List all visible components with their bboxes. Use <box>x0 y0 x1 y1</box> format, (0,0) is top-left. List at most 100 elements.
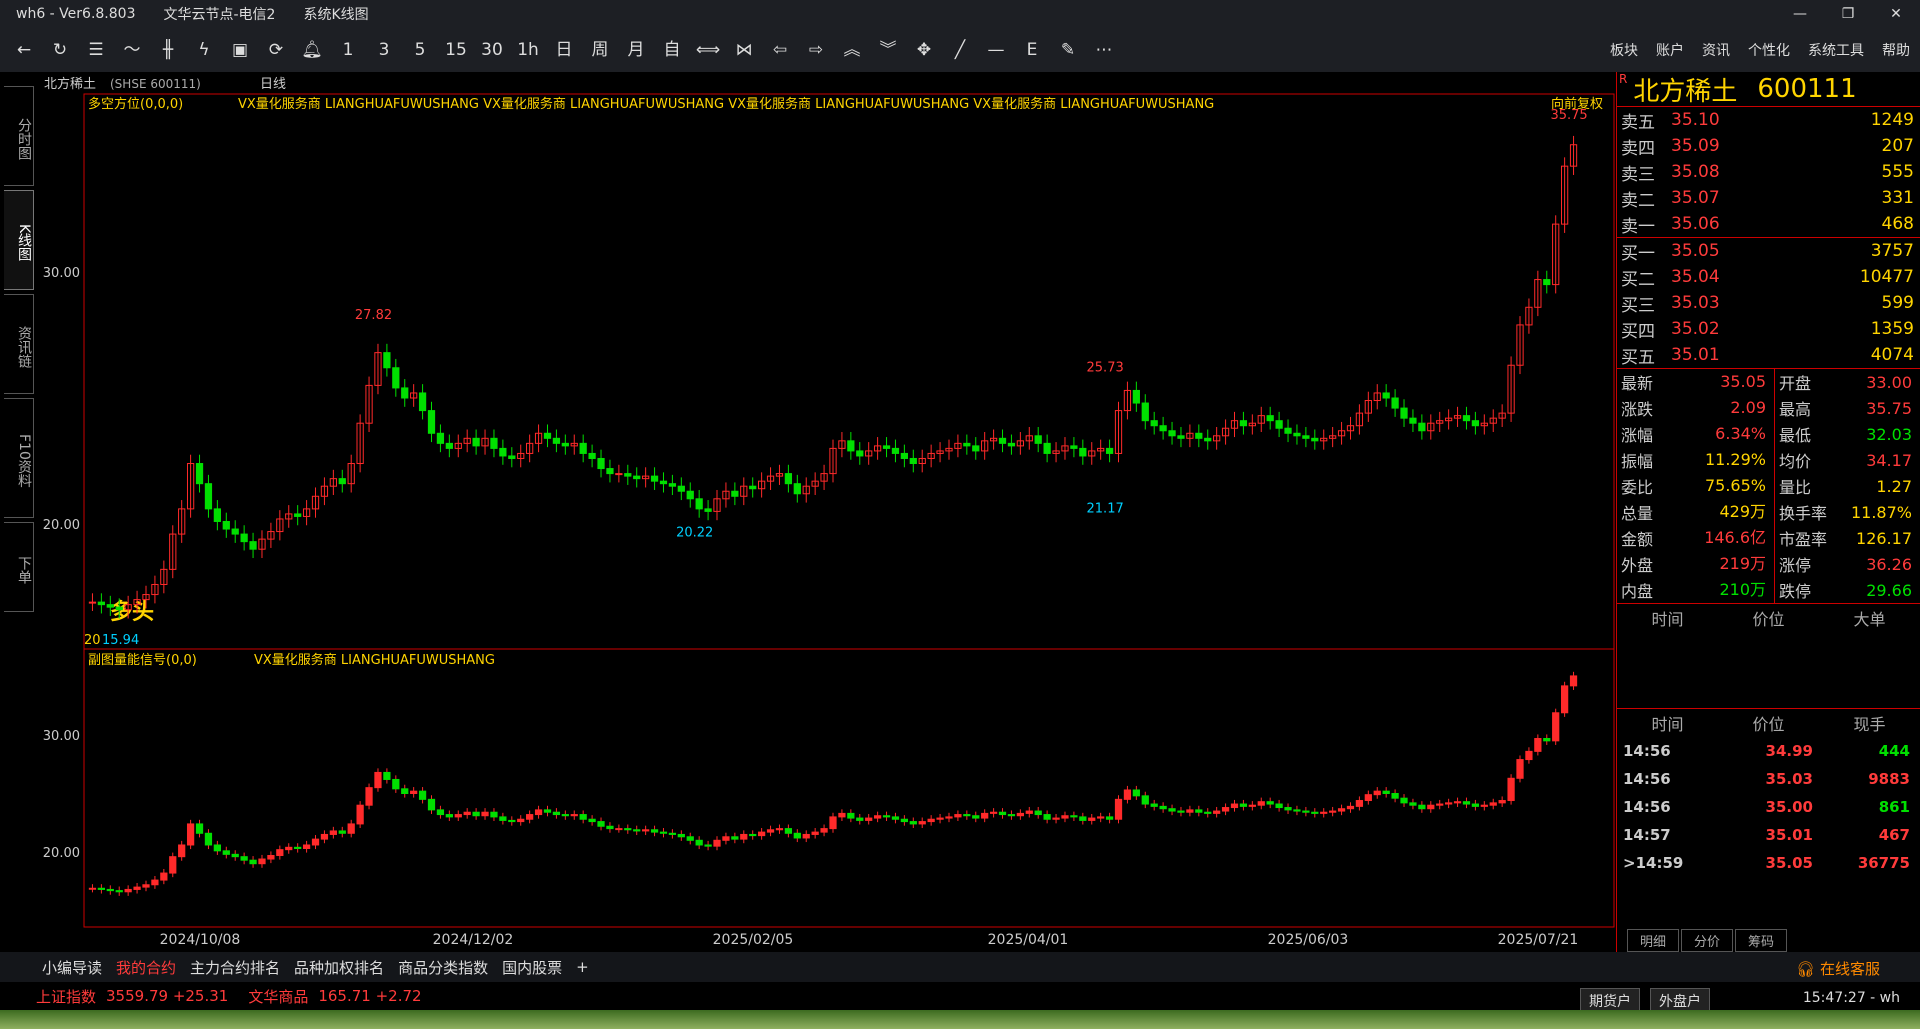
candle-body <box>472 437 480 447</box>
refresh-icon[interactable]: ↻ <box>42 28 78 72</box>
tick-time: 14:56 <box>1623 798 1671 816</box>
stat-label: 涨幅 <box>1621 426 1654 445</box>
candle-body <box>695 498 703 510</box>
fib-icon[interactable]: Ε <box>1014 28 1050 72</box>
list-icon[interactable]: ☰ <box>78 28 114 72</box>
draw-line-icon[interactable]: ╱ <box>942 28 978 72</box>
crosshair-icon[interactable]: ✥ <box>906 28 942 72</box>
candle-body <box>1507 777 1515 802</box>
tab-f10[interactable]: F10资料 <box>4 398 34 518</box>
stat-label: 金额 <box>1621 530 1654 549</box>
candle-body <box>1293 809 1301 812</box>
tab-timeshare[interactable]: 分时图 <box>4 86 34 186</box>
bid-label: 买二 <box>1621 269 1655 290</box>
tab-main-contract-rank[interactable]: 主力合约排名 <box>190 957 280 978</box>
period-week[interactable]: 周 <box>582 28 618 72</box>
period-month[interactable]: 月 <box>618 28 654 72</box>
tab-editor-guide[interactable]: 小编导读 <box>42 957 102 978</box>
tab-kline[interactable]: K线图 <box>4 190 34 290</box>
tick-row: 14:56 35.00 861 <box>1617 793 1920 821</box>
menu-system-tools[interactable]: 系统工具 <box>1808 40 1864 60</box>
tick-volume: 36775 <box>1857 854 1910 872</box>
add-tab-button[interactable]: + <box>576 958 589 976</box>
tab-domestic-stocks[interactable]: 国内股票 <box>502 957 562 978</box>
chart-area[interactable]: 北方稀土 (SHSE 600111) 日线 多空方位(0,0,0) VX量化服务… <box>38 72 1616 952</box>
candle-body <box>900 452 909 459</box>
tab-chips[interactable]: 筹码 <box>1735 929 1788 952</box>
hdr-big: 大单 <box>1853 610 1886 629</box>
y-tick-main-30: 30.00 <box>43 266 80 281</box>
tab-commodity-index[interactable]: 商品分类指数 <box>398 957 488 978</box>
hline-icon[interactable]: — <box>978 28 1014 72</box>
kline-chart[interactable]: 北方稀土 (SHSE 600111) 日线 多空方位(0,0,0) VX量化服务… <box>38 72 1616 952</box>
candle-body <box>659 480 668 485</box>
zoom-in-icon[interactable]: ︽ <box>834 28 870 72</box>
candle-body <box>713 839 721 847</box>
period-30[interactable]: 30 <box>474 28 510 72</box>
back-icon[interactable]: ← <box>6 28 42 72</box>
period-day[interactable]: 日 <box>546 28 582 72</box>
pen-icon[interactable]: ✎ <box>1050 28 1086 72</box>
bell-icon[interactable]: 🔔︎ <box>294 28 330 72</box>
tab-detail[interactable]: 明细 <box>1627 929 1680 952</box>
candle-icon[interactable]: ╫ <box>150 28 186 72</box>
candle-body <box>731 836 739 840</box>
tick-icon[interactable]: ϟ <box>186 28 222 72</box>
period-5[interactable]: 5 <box>402 28 438 72</box>
menu-sector[interactable]: 板块 <box>1610 40 1638 60</box>
menu-help[interactable]: 帮助 <box>1882 40 1910 60</box>
stock-name: 北方稀土 <box>1633 76 1738 107</box>
expand-icon[interactable]: ⟺ <box>690 28 726 72</box>
period-1h[interactable]: 1h <box>510 28 546 72</box>
menu-account[interactable]: 账户 <box>1656 40 1684 60</box>
zoom-out-icon[interactable]: ︾ <box>870 28 906 72</box>
prev-icon[interactable]: ⇦ <box>762 28 798 72</box>
more-icon[interactable]: ⋯ <box>1086 28 1122 72</box>
candle-body <box>1204 437 1212 442</box>
stat-label: 均价 <box>1779 452 1812 471</box>
period-select[interactable]: 日线 <box>260 77 286 92</box>
sub-indicator-name[interactable]: 副图量能信号(0,0) <box>88 653 197 668</box>
candle-body <box>1159 425 1167 432</box>
candle-body <box>981 812 989 819</box>
candle-body <box>97 601 106 606</box>
candle-body <box>508 819 516 823</box>
tab-price-dist[interactable]: 分价 <box>1681 929 1734 952</box>
tab-my-contracts[interactable]: 我的合约 <box>116 957 176 978</box>
grid-icon[interactable]: ▣ <box>222 28 258 72</box>
candle-body <box>133 886 141 890</box>
period-15[interactable]: 15 <box>438 28 474 72</box>
online-service[interactable]: 🎧︎ 在线客服 <box>1796 958 1880 979</box>
candle-body <box>677 485 685 492</box>
tab-news-chain[interactable]: 资讯链 <box>4 294 34 394</box>
compress-icon[interactable]: ⋈ <box>726 28 762 72</box>
cycle-icon[interactable]: ⟳ <box>258 28 294 72</box>
close-button[interactable]: ✕ <box>1872 0 1920 28</box>
period-3[interactable]: 3 <box>366 28 402 72</box>
candle-body <box>1248 804 1256 807</box>
candle-body <box>1105 816 1114 820</box>
bid-row: 买五 35.01 4074 <box>1617 342 1920 368</box>
candle-body <box>374 771 382 789</box>
bid-row: 买四 35.02 1359 <box>1617 316 1920 342</box>
menu-personalize[interactable]: 个性化 <box>1748 40 1790 60</box>
tab-weighted-rank[interactable]: 品种加权排名 <box>294 957 384 978</box>
candle-body <box>1043 814 1051 820</box>
maximize-button[interactable]: ❐ <box>1824 0 1872 28</box>
period-1[interactable]: 1 <box>330 28 366 72</box>
candle-body <box>1070 815 1078 818</box>
bid-label: 买三 <box>1621 295 1655 316</box>
menu-news[interactable]: 资讯 <box>1702 40 1730 60</box>
tab-order[interactable]: 下单 <box>4 522 34 612</box>
ask-price: 35.06 <box>1671 214 1720 234</box>
main-indicator-name[interactable]: 多空方位(0,0,0) <box>88 96 183 112</box>
stat-label: 内盘 <box>1621 582 1654 601</box>
candle-body <box>1462 415 1471 422</box>
next-icon[interactable]: ⇨ <box>798 28 834 72</box>
period-custom[interactable]: 自 <box>654 28 690 72</box>
tick-volume: 444 <box>1878 742 1910 760</box>
candle-body <box>1266 415 1274 422</box>
candle-body <box>820 828 828 833</box>
line-chart-icon[interactable]: 〜 <box>114 28 150 72</box>
minimize-button[interactable]: — <box>1776 0 1824 28</box>
